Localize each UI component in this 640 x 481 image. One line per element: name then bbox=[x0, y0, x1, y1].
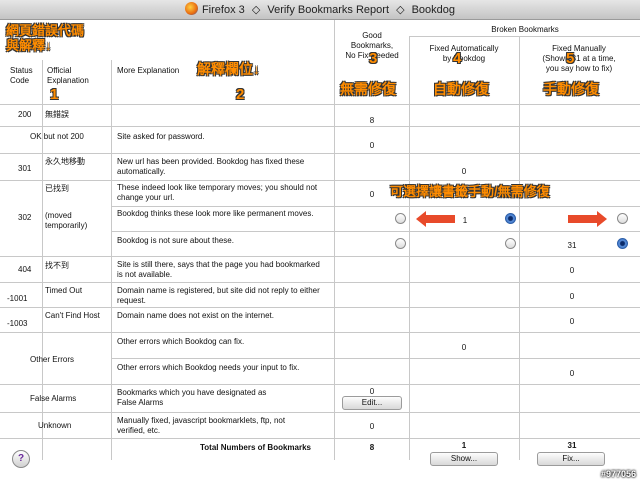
header-fixed-manual: Fixed Manually (Shown 31 at a time, you … bbox=[542, 44, 616, 73]
row-302-official-note: (moved temporarily) bbox=[45, 211, 88, 230]
row-ok-good: 0 bbox=[369, 141, 375, 150]
row-1003-manual: 0 bbox=[569, 317, 575, 326]
annotation-num-5: 5 bbox=[566, 50, 575, 67]
row-1001-more: Domain name is registered, but site did … bbox=[117, 286, 320, 305]
firefox-icon bbox=[184, 2, 198, 15]
row-1003-more: Domain name does not exist on the intern… bbox=[117, 311, 274, 320]
fix-button[interactable]: Fix... bbox=[537, 452, 605, 466]
row-302-code: 302 bbox=[18, 213, 32, 222]
row-ok-more: Site asked for password. bbox=[117, 132, 205, 141]
report-table: Status Code Official Explanation More Ex… bbox=[0, 20, 640, 481]
radio-302b-auto[interactable] bbox=[505, 213, 516, 224]
annotation-choice: 可選擇讓書籤手動/無需修復 bbox=[390, 184, 550, 199]
row-302-manual-c: 31 bbox=[567, 241, 577, 250]
row-unknown-more: Manually fixed, javascript bookmarklets,… bbox=[117, 416, 286, 435]
annotation-num-2: 2 bbox=[236, 86, 245, 103]
total-manual: 31 bbox=[567, 441, 577, 450]
radio-302c-auto[interactable] bbox=[505, 238, 516, 249]
total-label: Total Numbers of Bookmarks bbox=[200, 443, 311, 452]
radio-302b-manual[interactable] bbox=[617, 213, 628, 224]
row-302-more-b: Bookdog thinks these look more like perm… bbox=[117, 209, 314, 218]
row-other-more-b: Other errors which Bookdog needs your in… bbox=[117, 363, 300, 372]
row-other-manual-b: 0 bbox=[569, 369, 575, 378]
row-false-more: Bookmarks which you have designated as F… bbox=[117, 388, 267, 407]
row-301-auto: 0 bbox=[461, 167, 467, 176]
arrow-left-icon bbox=[416, 211, 455, 227]
window-title-bookdog: Bookdog bbox=[411, 4, 456, 16]
row-ok-code: OK but not 200 bbox=[30, 132, 84, 141]
radio-302c-good[interactable] bbox=[395, 238, 406, 249]
row-false-code: False Alarms bbox=[30, 394, 77, 403]
row-1001-manual: 0 bbox=[569, 292, 575, 301]
row-301-official: 永久地移動 bbox=[45, 157, 85, 166]
row-1001-official: Timed Out bbox=[45, 286, 83, 295]
row-unknown-code: Unknown bbox=[38, 421, 72, 430]
row-1001-code: -1001 bbox=[7, 294, 28, 303]
show-button[interactable]: Show... bbox=[430, 452, 498, 466]
row-unknown-good: 0 bbox=[369, 422, 375, 431]
radio-302c-manual[interactable] bbox=[617, 238, 628, 249]
annotation-num-4: 4 bbox=[453, 50, 462, 67]
arrow-right-icon bbox=[568, 211, 607, 227]
row-200-good: 8 bbox=[369, 116, 375, 125]
row-404-code: 404 bbox=[18, 265, 32, 274]
row-302-more-a: These indeed look like temporary moves; … bbox=[117, 183, 318, 202]
total-good: 8 bbox=[369, 443, 375, 452]
annotation-auto-fix: 自動修復 bbox=[433, 81, 489, 97]
row-1003-official: Can't Find Host bbox=[45, 311, 100, 320]
row-302-auto-b: 1 bbox=[462, 216, 468, 225]
help-button[interactable]: ? bbox=[12, 450, 30, 468]
row-302-official: 已找到 bbox=[45, 184, 69, 193]
window-title-report: Verify Bookmarks Report bbox=[267, 4, 389, 16]
row-404-more: Site is still there, says that the page … bbox=[117, 260, 320, 279]
edit-button[interactable]: Edit... bbox=[342, 396, 402, 410]
annotation-num-3: 3 bbox=[369, 50, 378, 67]
row-302-more-c: Bookdog is not sure about these. bbox=[117, 236, 234, 245]
annotation-no-fix: 無需修復 bbox=[340, 81, 396, 97]
row-other-auto-a: 0 bbox=[461, 343, 467, 352]
header-broken: Broken Bookmarks bbox=[491, 25, 559, 34]
header-official: Official Explanation bbox=[47, 66, 89, 85]
total-auto: 1 bbox=[461, 441, 467, 450]
row-1003-code: -1003 bbox=[7, 319, 28, 328]
row-other-code: Other Errors bbox=[30, 355, 75, 364]
annotation-explanation-column: 解釋欄位↓ bbox=[197, 61, 260, 77]
row-200-code: 200 bbox=[18, 110, 32, 119]
radio-302b-good[interactable] bbox=[395, 213, 406, 224]
annotation-error-codes: 網頁錯誤代碼 與解釋↓ bbox=[6, 23, 85, 53]
annotation-manual-fix: 手動修復 bbox=[543, 81, 599, 97]
row-200-official: 無錯誤 bbox=[45, 110, 69, 119]
watermark: #977056 bbox=[600, 469, 636, 479]
annotation-num-1: 1 bbox=[50, 86, 59, 103]
row-301-more: New url has been provided. Bookdog has f… bbox=[117, 157, 305, 176]
row-301-code: 301 bbox=[18, 164, 32, 173]
row-other-more-a: Other errors which Bookdog can fix. bbox=[117, 337, 245, 346]
header-status-code: Status Code bbox=[10, 66, 33, 85]
header-fixed-auto: Fixed Automatically by Bookdog bbox=[429, 44, 499, 63]
row-404-manual: 0 bbox=[569, 266, 575, 275]
app-window: Firefox 3 ◇ Verify Bookmarks Report ◇ Bo… bbox=[0, 0, 640, 481]
row-404-official: 找不到 bbox=[45, 261, 69, 270]
window-title-app: Firefox 3 bbox=[201, 4, 245, 16]
title-bar: Firefox 3 ◇ Verify Bookmarks Report ◇ Bo… bbox=[0, 0, 640, 20]
